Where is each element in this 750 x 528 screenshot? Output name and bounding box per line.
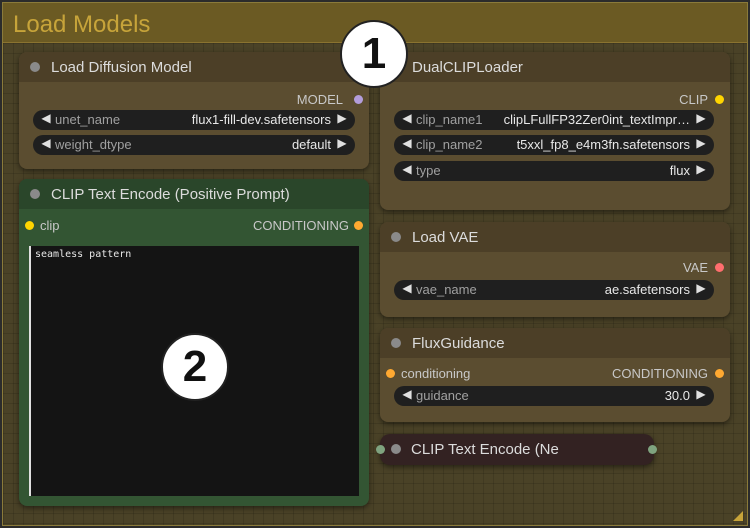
group-title: Load Models xyxy=(13,11,151,38)
widget-label: clip_name2 xyxy=(416,137,483,152)
widget-label: vae_name xyxy=(416,282,477,297)
node-title: Load Diffusion Model xyxy=(51,59,192,76)
widget-clip-name1[interactable]: ◀ clip_name1 clipLFullFP32Zer0int_textIm… xyxy=(394,110,714,130)
increment-arrow-icon[interactable]: ▶ xyxy=(694,162,708,176)
decrement-arrow-icon[interactable]: ◀ xyxy=(39,136,53,150)
widget-value: ae.safetensors xyxy=(604,282,690,297)
widget-label: clip_name1 xyxy=(416,112,483,127)
node-collapse-dot[interactable] xyxy=(391,232,401,242)
output-clip-label: CLIP xyxy=(679,92,708,107)
node-header[interactable]: Load VAE xyxy=(380,222,730,252)
output-conditioning-slot[interactable] xyxy=(648,445,657,454)
node-title: CLIP Text Encode (Ne xyxy=(411,441,559,458)
output-vae-label: VAE xyxy=(682,260,708,275)
output-conditioning-slot[interactable] xyxy=(715,369,724,378)
node-header[interactable]: DualCLIPLoader xyxy=(380,52,730,82)
node-clip-text-encode-negative-collapsed[interactable]: CLIP Text Encode (Ne xyxy=(376,434,657,465)
widget-label: guidance xyxy=(416,388,469,403)
output-model-label: MODEL xyxy=(296,92,343,107)
node-load-vae[interactable]: Load VAE VAE ◀ vae_name ae.safetensors ▶ xyxy=(380,222,730,317)
node-title: FluxGuidance xyxy=(412,335,505,352)
annotation-badge-1: 1 xyxy=(340,20,408,88)
widget-label: unet_name xyxy=(55,112,121,127)
widget-value: flux xyxy=(669,163,690,178)
widget-unet-name[interactable]: ◀ unet_name flux1-fill-dev.safetensors ▶ xyxy=(33,110,355,130)
widget-label: type xyxy=(416,163,441,178)
increment-arrow-icon[interactable]: ▶ xyxy=(694,387,708,401)
decrement-arrow-icon[interactable]: ◀ xyxy=(39,111,53,125)
node-title: DualCLIPLoader xyxy=(412,59,523,76)
input-clip-slot[interactable] xyxy=(376,445,385,454)
increment-arrow-icon[interactable]: ▶ xyxy=(694,111,708,125)
output-model-slot[interactable] xyxy=(354,95,363,104)
widget-guidance[interactable]: ◀ guidance 30.0 ▶ xyxy=(394,386,714,406)
node-load-diffusion-model[interactable]: Load Diffusion Model MODEL ◀ unet_name f… xyxy=(19,52,369,169)
output-conditioning-slot[interactable] xyxy=(354,221,363,230)
decrement-arrow-icon[interactable]: ◀ xyxy=(400,162,414,176)
widget-value: flux1-fill-dev.safetensors xyxy=(191,112,331,127)
input-clip-label: clip xyxy=(40,218,60,233)
node-header[interactable]: FluxGuidance xyxy=(380,328,730,358)
widget-clip-name2[interactable]: ◀ clip_name2 t5xxl_fp8_e4m3fn.safetensor… xyxy=(394,135,714,155)
node-header[interactable]: Load Diffusion Model xyxy=(19,52,369,82)
node-collapse-dot[interactable] xyxy=(30,189,40,199)
output-clip-slot[interactable] xyxy=(715,95,724,104)
decrement-arrow-icon[interactable]: ◀ xyxy=(400,387,414,401)
output-vae-slot[interactable] xyxy=(715,263,724,272)
decrement-arrow-icon[interactable]: ◀ xyxy=(400,281,414,295)
node-dual-clip-loader[interactable]: DualCLIPLoader CLIP ◀ clip_name1 clipLFu… xyxy=(380,52,730,210)
decrement-arrow-icon[interactable]: ◀ xyxy=(400,136,414,150)
node-collapse-dot[interactable] xyxy=(391,338,401,348)
widget-type[interactable]: ◀ type flux ▶ xyxy=(394,161,714,181)
widget-value: t5xxl_fp8_e4m3fn.safetensors xyxy=(516,137,690,152)
widget-weight-dtype[interactable]: ◀ weight_dtype default ▶ xyxy=(33,135,355,155)
node-flux-guidance[interactable]: FluxGuidance conditioning CONDITIONING ◀… xyxy=(380,328,730,422)
node-title: Load VAE xyxy=(412,229,479,246)
widget-value: default xyxy=(291,137,331,152)
input-conditioning-slot[interactable] xyxy=(386,369,395,378)
widget-value: 30.0 xyxy=(664,388,690,403)
annotation-badge-2: 2 xyxy=(161,333,229,401)
widget-label: weight_dtype xyxy=(55,137,132,152)
increment-arrow-icon[interactable]: ▶ xyxy=(694,136,708,150)
output-conditioning-label: CONDITIONING xyxy=(611,366,708,381)
decrement-arrow-icon[interactable]: ◀ xyxy=(400,111,414,125)
increment-arrow-icon[interactable]: ▶ xyxy=(694,281,708,295)
output-conditioning-label: CONDITIONING xyxy=(252,218,349,233)
node-collapse-dot[interactable] xyxy=(391,444,401,454)
widget-vae-name[interactable]: ◀ vae_name ae.safetensors ▶ xyxy=(394,280,714,300)
increment-arrow-icon[interactable]: ▶ xyxy=(335,136,349,150)
node-header[interactable]: CLIP Text Encode (Positive Prompt) xyxy=(19,179,369,209)
node-title: CLIP Text Encode (Positive Prompt) xyxy=(51,186,290,203)
widget-value: clipLFullFP32Zer0int_textImpr… xyxy=(503,112,690,127)
group-resize-handle[interactable] xyxy=(733,511,743,521)
increment-arrow-icon[interactable]: ▶ xyxy=(335,111,349,125)
node-collapse-dot[interactable] xyxy=(30,62,40,72)
input-clip-slot[interactable] xyxy=(25,221,34,230)
input-conditioning-label: conditioning xyxy=(401,366,471,381)
